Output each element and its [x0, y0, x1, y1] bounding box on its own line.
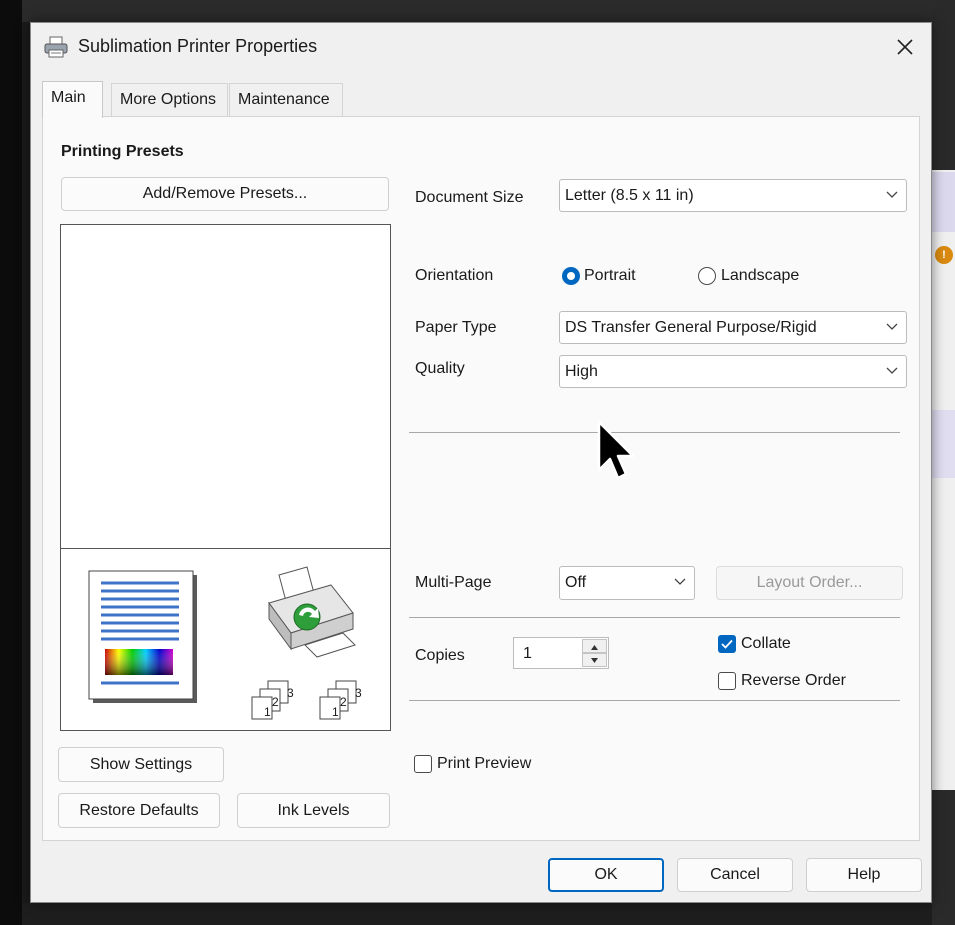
- reverse-order-checkbox[interactable]: [718, 672, 736, 690]
- portrait-label: Portrait: [584, 267, 636, 284]
- document-preview-icon: [88, 570, 197, 703]
- print-preview-label: Print Preview: [437, 755, 532, 772]
- tab-maintenance[interactable]: Maintenance: [229, 83, 343, 116]
- section-divider: [409, 617, 900, 618]
- copies-label: Copies: [415, 647, 465, 664]
- checkmark-icon: [721, 639, 733, 649]
- ink-levels-button[interactable]: Ink Levels: [237, 793, 390, 828]
- paper-type-label: Paper Type: [415, 319, 497, 336]
- ok-button[interactable]: OK: [548, 858, 664, 892]
- quality-value: High: [565, 363, 598, 380]
- printing-presets-heading: Printing Presets: [61, 143, 184, 160]
- document-size-label: Document Size: [415, 189, 524, 206]
- orientation-label: Orientation: [415, 267, 494, 284]
- chevron-up-icon: [591, 645, 598, 650]
- section-divider: [409, 432, 900, 433]
- landscape-label: Landscape: [721, 267, 800, 284]
- window-title: Sublimation Printer Properties: [78, 36, 318, 56]
- collate-page-number: 3: [355, 686, 362, 700]
- quality-label: Quality: [415, 360, 465, 377]
- print-preview-checkbox[interactable]: [414, 755, 432, 773]
- landscape-radio[interactable]: [698, 267, 716, 285]
- collate-page-number: 1: [332, 705, 339, 719]
- document-size-select[interactable]: Letter (8.5 x 11 in): [559, 179, 907, 212]
- tab-more-options[interactable]: More Options: [111, 83, 228, 116]
- quality-select[interactable]: High: [559, 355, 907, 388]
- reverse-order-label: Reverse Order: [741, 672, 846, 689]
- close-icon: [897, 39, 913, 55]
- restore-defaults-button[interactable]: Restore Defaults: [58, 793, 220, 828]
- multi-page-value: Off: [565, 574, 587, 591]
- chevron-down-icon: [886, 367, 898, 374]
- copies-value: 1: [523, 645, 532, 662]
- help-button[interactable]: Help: [806, 858, 922, 892]
- chevron-down-icon: [674, 578, 686, 585]
- printer-illustration-icon: [268, 566, 356, 658]
- desktop-background-top: [22, 0, 955, 22]
- preview-pane: 1 2 3 1 2 3: [60, 224, 391, 731]
- title-bar: Sublimation Printer Properties: [31, 23, 931, 71]
- show-settings-button[interactable]: Show Settings: [58, 747, 224, 782]
- paper-type-value: DS Transfer General Purpose/Rigid: [565, 319, 817, 336]
- chevron-down-icon: [886, 191, 898, 198]
- printer-properties-dialog: Sublimation Printer Properties Main More…: [30, 22, 932, 903]
- background-window-highlight-2: [932, 410, 955, 478]
- chevron-down-icon: [886, 323, 898, 330]
- collate-page-number: 2: [272, 695, 279, 709]
- paper-type-select[interactable]: DS Transfer General Purpose/Rigid: [559, 311, 907, 344]
- mouse-pointer-icon: [597, 420, 635, 480]
- portrait-radio[interactable]: [562, 267, 580, 285]
- desktop-background-left: [0, 0, 22, 925]
- multi-page-label: Multi-Page: [415, 574, 492, 591]
- close-button[interactable]: [889, 31, 921, 63]
- collate-label: Collate: [741, 635, 791, 652]
- main-tab-panel: Printing Presets Add/Remove Presets... 1…: [42, 116, 920, 841]
- copies-increment-button[interactable]: [582, 639, 607, 653]
- copies-spinner[interactable]: 1: [513, 637, 609, 669]
- add-remove-presets-button[interactable]: Add/Remove Presets...: [61, 177, 389, 211]
- layout-order-button[interactable]: Layout Order...: [716, 566, 903, 600]
- tab-main[interactable]: Main: [42, 81, 103, 118]
- collate-page-number: 3: [287, 686, 294, 700]
- multi-page-select[interactable]: Off: [559, 566, 695, 600]
- document-size-value: Letter (8.5 x 11 in): [565, 187, 694, 204]
- collate-checkbox[interactable]: [718, 635, 736, 653]
- printer-icon: [44, 36, 68, 58]
- desktop-background-bottom: [22, 903, 932, 925]
- collate-page-number: 2: [340, 695, 347, 709]
- preview-divider: [61, 548, 390, 549]
- chevron-down-icon: [591, 658, 598, 663]
- collate-page-number: 1: [264, 705, 271, 719]
- warning-icon: !: [935, 246, 953, 264]
- cancel-button[interactable]: Cancel: [677, 858, 793, 892]
- section-divider: [409, 700, 900, 701]
- background-window-highlight: [932, 172, 955, 232]
- copies-decrement-button[interactable]: [582, 653, 607, 667]
